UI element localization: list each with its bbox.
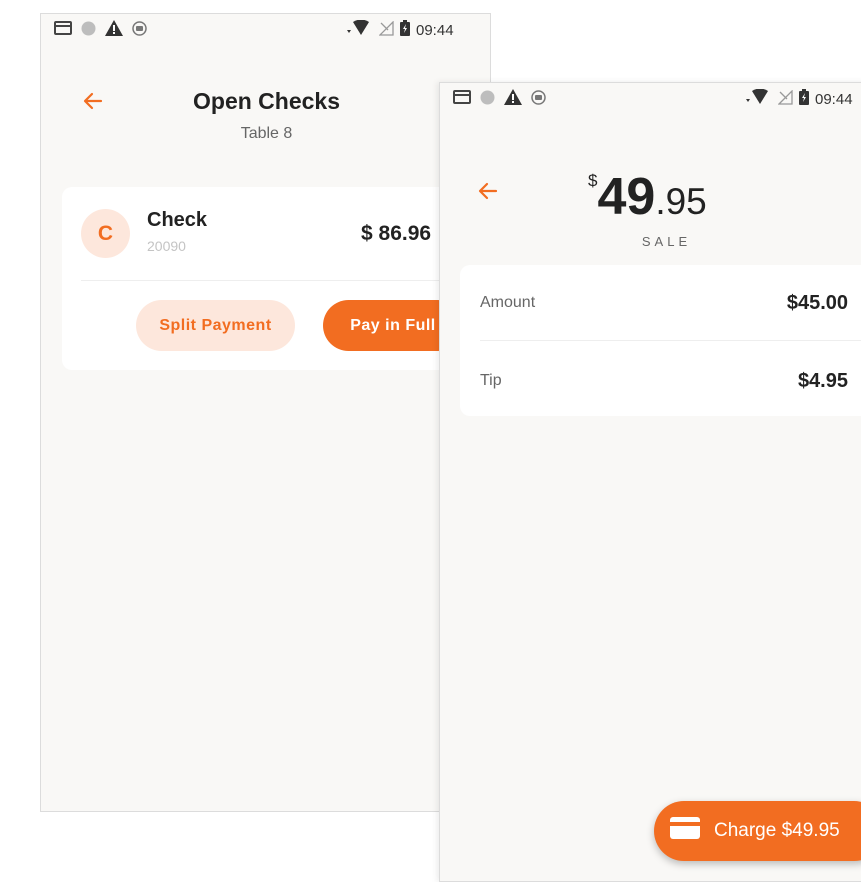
sync-icon [132,20,147,41]
status-bar: 09:44 [440,83,861,113]
check-card[interactable]: C Check 20090 $ 86.96 Split Payment Pay … [62,187,490,370]
status-bar: 09:44 [41,14,490,44]
no-signal-icon [777,88,793,109]
circle-icon [480,90,495,110]
total-dollars: 49 [597,168,656,226]
sale-total: $49.95 [588,167,707,227]
amount-details-card: Amount $45.00 Tip $4.95 [460,265,861,416]
charge-button[interactable]: Charge $49.95 [654,801,861,861]
page-subtitle: Table 8 [240,125,293,142]
credit-card-icon [670,817,700,845]
open-checks-screen: 09:44 Open Checks Table 8 C Check 20090 … [40,13,491,812]
divider [81,280,490,281]
wifi-icon [347,19,373,40]
check-number: 20090 [147,238,186,254]
sync-icon [531,89,546,110]
card-icon [54,21,72,40]
amount-value: $45.00 [786,292,848,314]
transaction-type: SALE [641,234,692,249]
amount-label: Amount [480,294,536,311]
check-name: Check [147,209,208,231]
back-arrow-icon[interactable] [476,179,500,203]
total-cents: .95 [655,181,707,222]
tip-label: Tip [480,372,502,389]
divider [480,340,861,341]
battery-icon [799,89,809,109]
tip-value: $4.95 [797,370,848,392]
split-payment-button[interactable]: Split Payment [136,300,295,351]
card-icon [453,90,471,109]
page-title: Open Checks [193,88,340,114]
avatar: C [81,209,130,258]
sale-screen: 09:44 $49.95 SALE Amount $45.00 Tip $4.9… [439,82,861,882]
check-amount: $ 86.96 [361,222,432,245]
warning-icon [504,89,522,110]
wifi-icon [746,88,772,109]
circle-icon [81,21,96,41]
total-currency: $ [588,171,598,190]
status-time: 09:44 [416,21,454,39]
charge-label: Charge $49.95 [714,820,840,841]
status-time: 09:44 [815,90,853,108]
warning-icon [105,20,123,41]
no-signal-icon [378,19,394,40]
battery-icon [400,20,410,40]
